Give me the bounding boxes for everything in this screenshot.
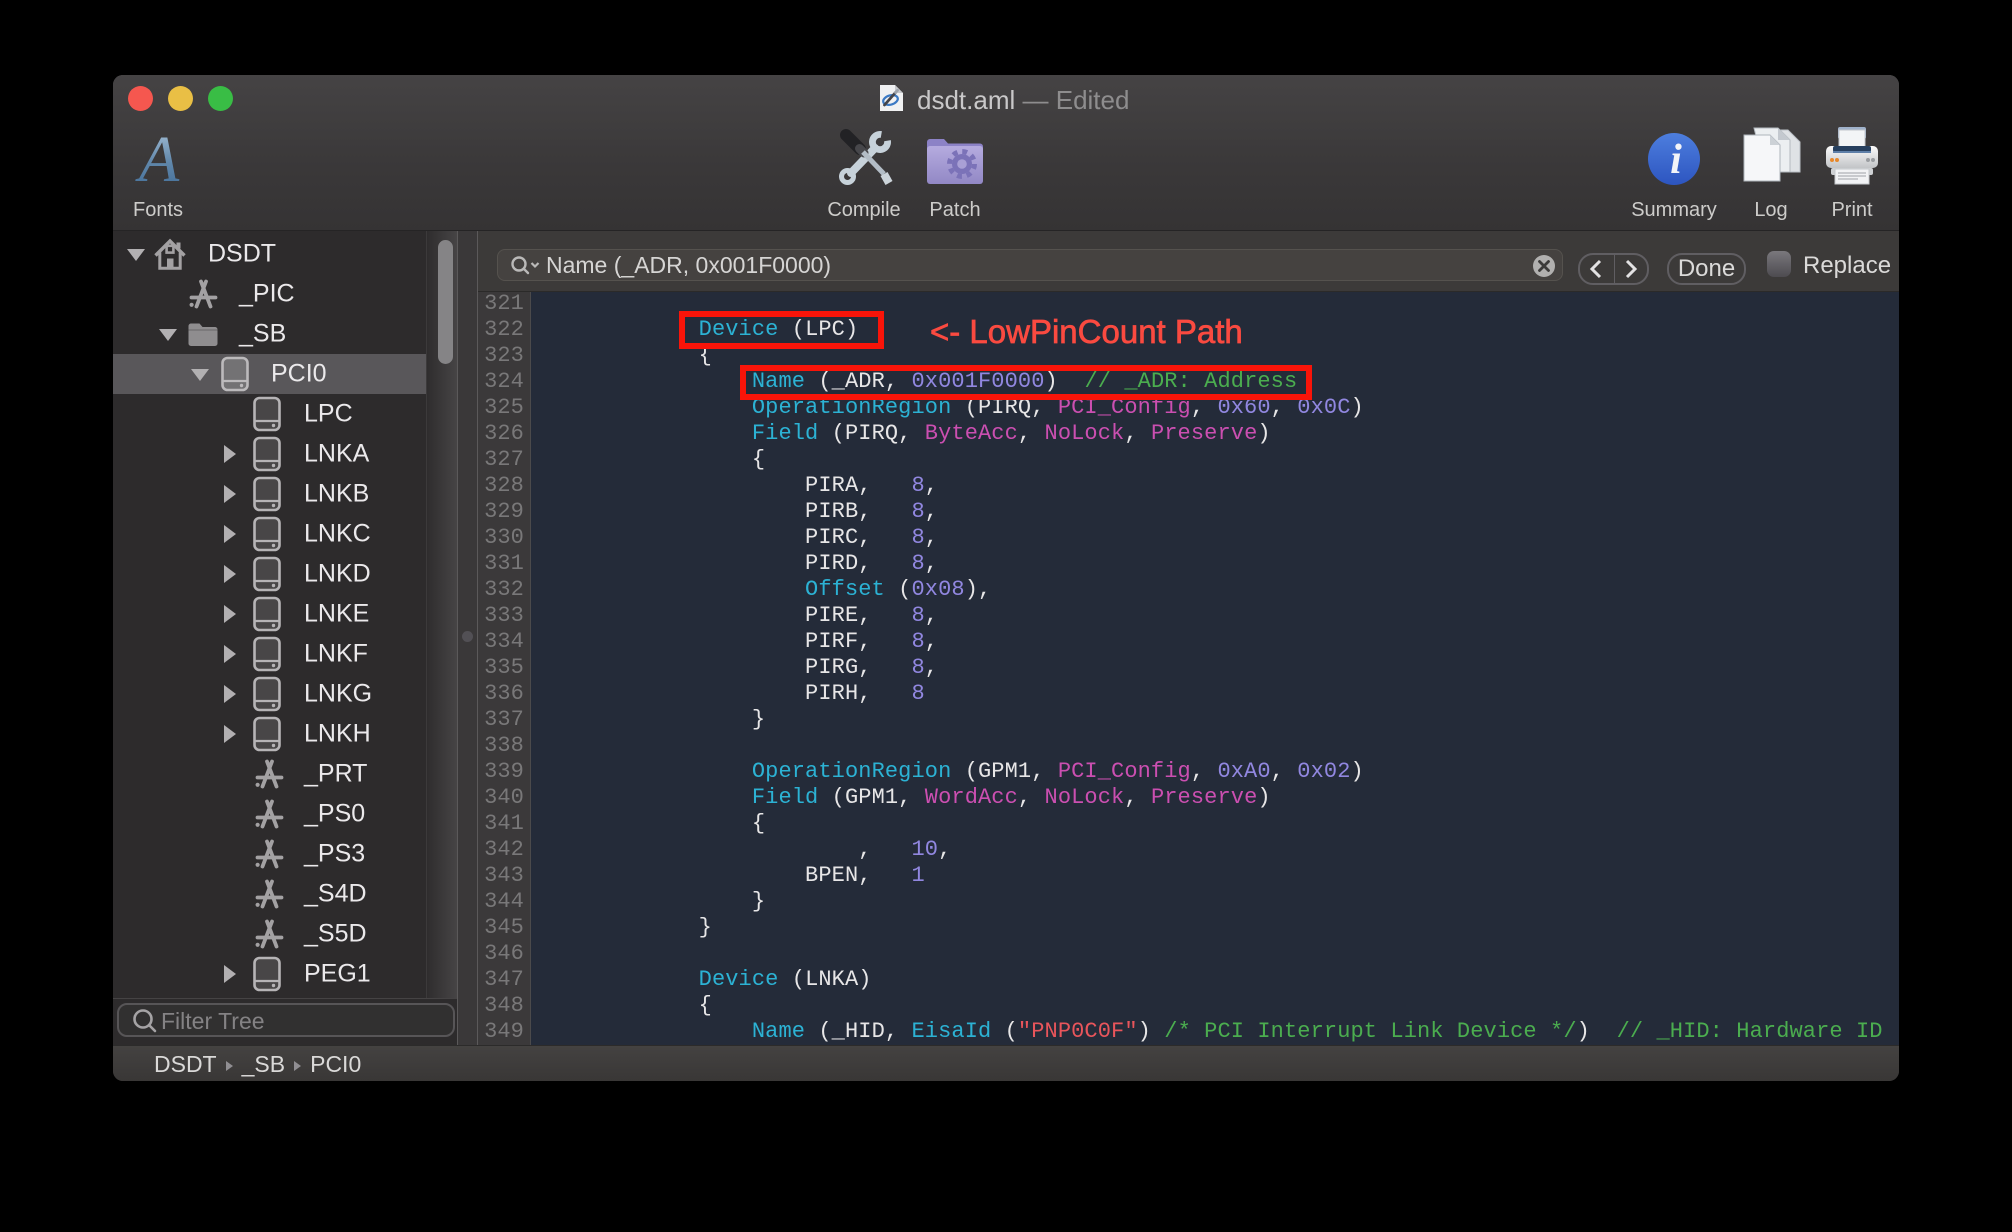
svg-text:i: i: [1670, 137, 1682, 183]
svg-text:A: A: [135, 130, 180, 188]
